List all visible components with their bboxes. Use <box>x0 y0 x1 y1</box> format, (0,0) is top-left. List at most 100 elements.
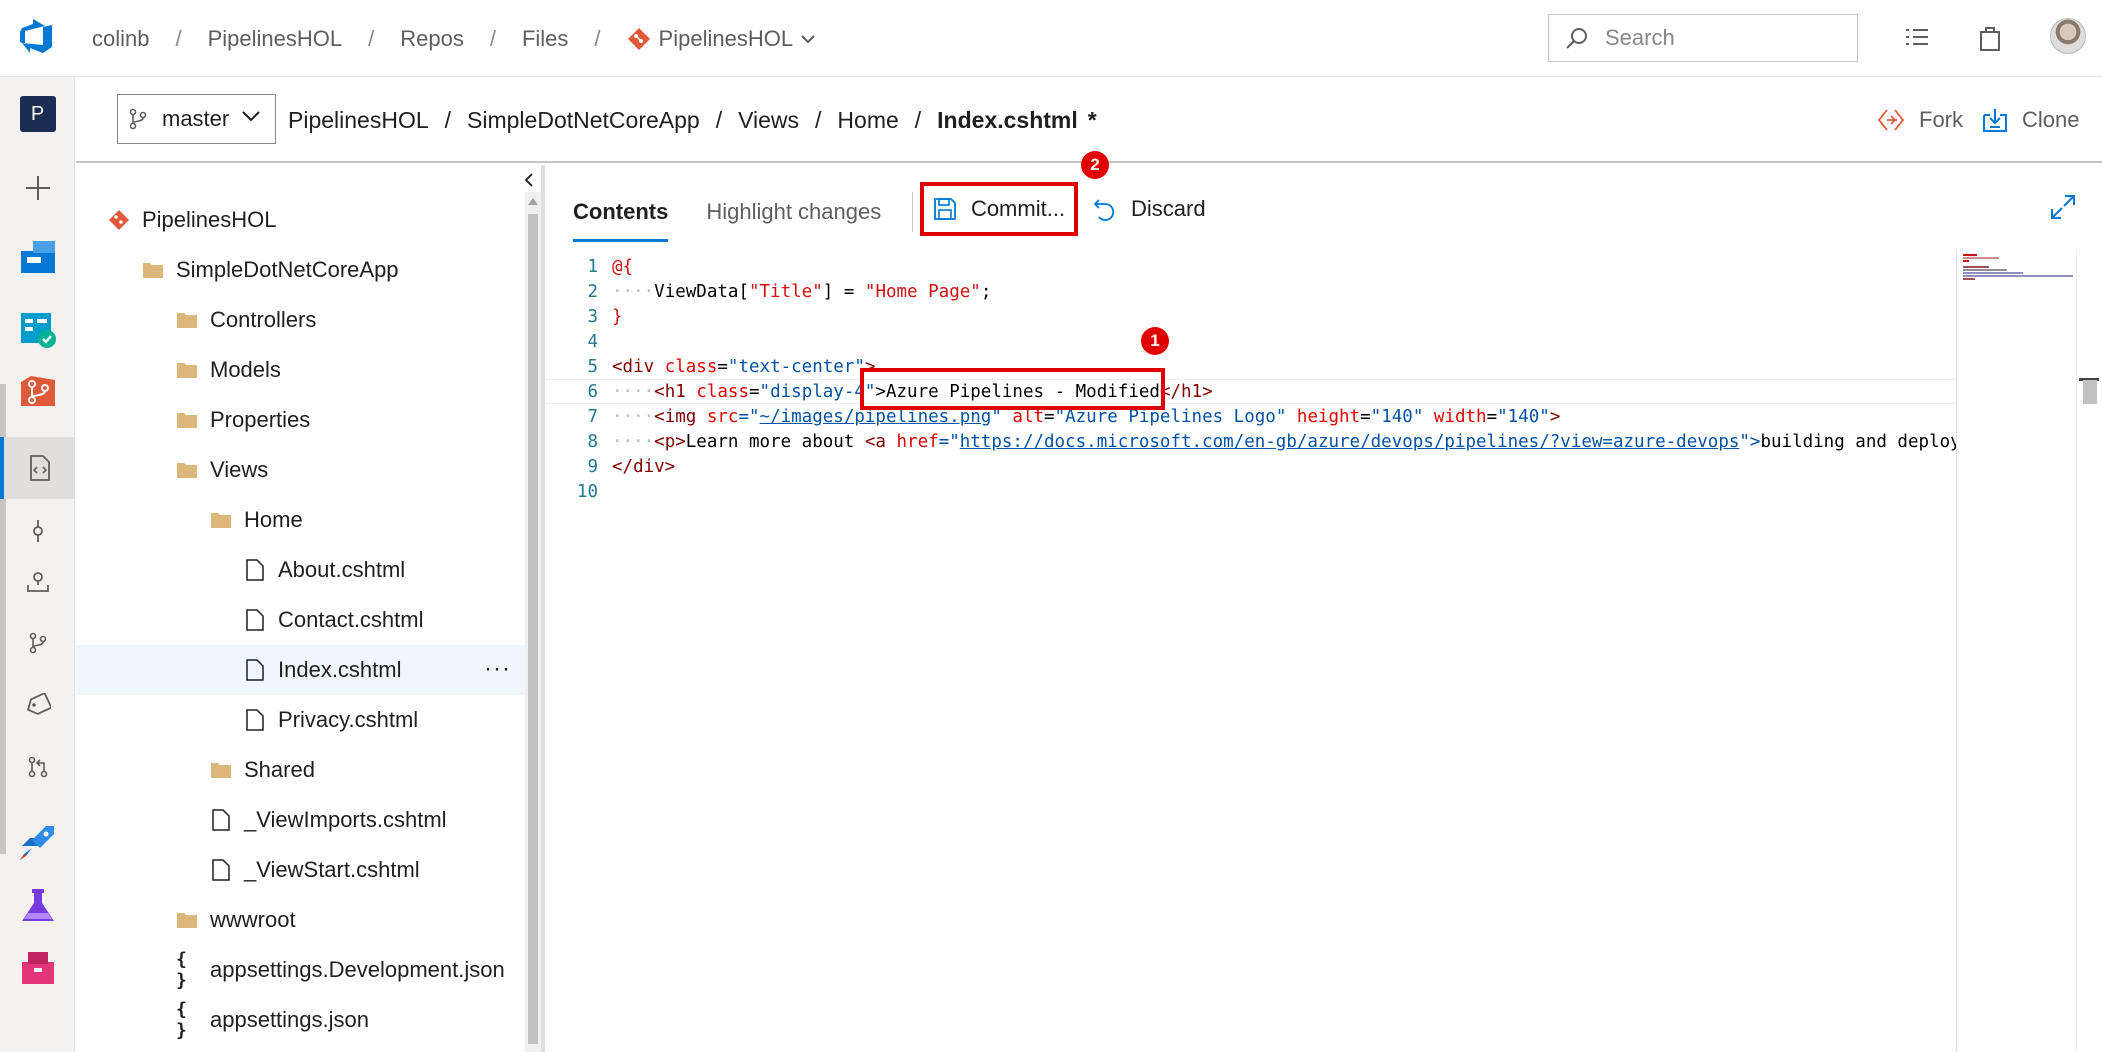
tree-folder[interactable]: Home <box>76 495 525 545</box>
undo-icon <box>1093 199 1115 221</box>
tab-highlight-changes[interactable]: Highlight changes <box>706 182 881 242</box>
tree-file[interactable]: Contact.cshtml <box>76 595 525 645</box>
code-editor[interactable]: 1 @{ 2 ····ViewData["Title"] = "Home Pag… <box>546 250 1956 1052</box>
tree-folder[interactable]: wwwroot <box>76 895 525 945</box>
code-token: "Home Page" <box>864 281 981 302</box>
json-icon: { } <box>176 949 187 991</box>
path-segment-app[interactable]: SimpleDotNetCoreApp <box>467 107 700 134</box>
editor-scrollbar[interactable] <box>2076 250 2102 1052</box>
code-link[interactable]: https://docs.microsoft.com/en-gb/azure/d… <box>960 432 1740 452</box>
code-line: 1 @{ <box>546 254 1956 279</box>
shopping-bag-icon[interactable] <box>1976 24 2004 52</box>
tree-file[interactable]: _ViewStart.cshtml <box>76 845 525 895</box>
more-options-icon[interactable]: ··· <box>484 655 511 683</box>
tree-repo-root[interactable]: PipelinesHOL <box>76 195 525 245</box>
path-segment-home[interactable]: Home <box>837 107 898 134</box>
expand-icon[interactable] <box>2050 194 2076 220</box>
chevron-down-icon[interactable] <box>801 34 815 44</box>
tree-folder[interactable]: Properties <box>76 395 525 445</box>
clone-button[interactable]: Clone <box>1982 77 2079 163</box>
pushes-nav[interactable] <box>0 550 75 612</box>
fork-button[interactable]: Fork <box>1877 77 1963 163</box>
tree-folder[interactable]: SimpleDotNetCoreApp <box>76 245 525 295</box>
breadcrumb-repos[interactable]: Repos <box>400 26 464 52</box>
code-token: <h1 <box>654 381 697 402</box>
unsaved-marker: * <box>1087 106 1097 133</box>
git-repo-icon <box>627 27 651 51</box>
tags-nav[interactable] <box>0 674 75 736</box>
file-icon <box>244 559 266 581</box>
overview-nav[interactable] <box>0 225 75 287</box>
tree-folder[interactable]: Models <box>76 345 525 395</box>
code-token: </div> <box>612 456 676 477</box>
tree-folder[interactable]: Views <box>76 445 525 495</box>
breadcrumb-separator: / <box>175 25 182 51</box>
breadcrumb-repo-selector[interactable]: PipelinesHOL <box>659 26 794 52</box>
pane-splitter[interactable] <box>541 165 545 1052</box>
collapse-tree-icon[interactable] <box>522 170 536 190</box>
folder-icon <box>142 259 164 281</box>
discard-label: Discard <box>1131 196 1206 221</box>
tree-file[interactable]: About.cshtml <box>76 545 525 595</box>
code-token: > <box>1549 406 1561 427</box>
test-plans-nav[interactable] <box>0 875 75 937</box>
tree-file[interactable]: { } appsettings.json <box>76 995 525 1045</box>
tree-folder[interactable]: Controllers <box>76 295 525 345</box>
scrollbar-thumb[interactable] <box>528 214 538 1044</box>
tree-file-selected[interactable]: Index.cshtml ··· <box>76 645 525 695</box>
save-icon <box>934 198 956 220</box>
pull-request-icon <box>28 756 47 778</box>
path-segment-views[interactable]: Views <box>738 107 799 134</box>
code-file-icon <box>29 455 50 481</box>
code-token: Learn more about <box>685 431 865 452</box>
folder-icon <box>176 409 198 431</box>
code-token: "140" <box>1370 406 1424 427</box>
code-token: "display-4" <box>759 381 876 402</box>
code-token: "Title" <box>748 281 823 302</box>
tree-file[interactable]: { } appsettings.Development.json <box>76 945 525 995</box>
change-highlight-box <box>860 368 1165 410</box>
branch-icon <box>29 632 46 654</box>
tree-folder[interactable]: Shared <box>76 745 525 795</box>
discard-button[interactable]: Discard <box>1093 182 1206 236</box>
boards-icon <box>20 313 56 348</box>
tree-scrollbar[interactable] <box>525 192 541 1052</box>
code-token: } <box>612 306 623 327</box>
scroll-up-arrow-icon[interactable] <box>528 198 538 205</box>
tree-item-label: _ViewStart.cshtml <box>244 857 420 882</box>
pull-requests-nav[interactable] <box>0 736 75 798</box>
search-box[interactable]: Search <box>1548 14 1858 62</box>
path-segment-repo[interactable]: PipelinesHOL <box>288 107 429 134</box>
code-token: class <box>696 381 749 402</box>
branch-name: master <box>162 106 230 131</box>
commit-button[interactable]: Commit... <box>920 182 1078 236</box>
code-token: src <box>706 406 739 427</box>
files-nav[interactable] <box>0 437 75 499</box>
new-item-button[interactable] <box>0 157 75 219</box>
tree-item-label: Views <box>210 457 269 482</box>
clone-label: Clone <box>2022 107 2080 132</box>
breadcrumb-project[interactable]: PipelinesHOL <box>208 26 343 52</box>
task-list-icon[interactable] <box>1903 24 1931 52</box>
repos-nav[interactable] <box>0 360 75 422</box>
branch-icon <box>128 107 148 131</box>
line-number: 4 <box>587 331 598 352</box>
editor-minimap[interactable] <box>1956 250 2076 1052</box>
artifacts-nav[interactable] <box>0 937 75 999</box>
branches-nav[interactable] <box>0 612 75 674</box>
boards-nav[interactable] <box>0 299 75 361</box>
tab-contents[interactable]: Contents <box>573 182 669 242</box>
path-separator: / <box>715 106 723 133</box>
tree-file[interactable]: _ViewImports.cshtml <box>76 795 525 845</box>
breadcrumb-org[interactable]: colinb <box>92 26 149 52</box>
breadcrumb-separator: / <box>368 25 375 51</box>
breadcrumb-files[interactable]: Files <box>522 26 568 52</box>
toolbar-divider <box>912 192 913 232</box>
pipelines-nav[interactable] <box>0 811 75 873</box>
azure-devops-logo-icon[interactable] <box>18 17 58 57</box>
project-button[interactable]: P <box>0 83 75 145</box>
scrollbar-thumb[interactable] <box>2083 380 2097 404</box>
branch-selector[interactable]: master <box>117 94 276 144</box>
tree-file[interactable]: Privacy.cshtml <box>76 695 525 745</box>
user-avatar[interactable] <box>2050 18 2086 54</box>
